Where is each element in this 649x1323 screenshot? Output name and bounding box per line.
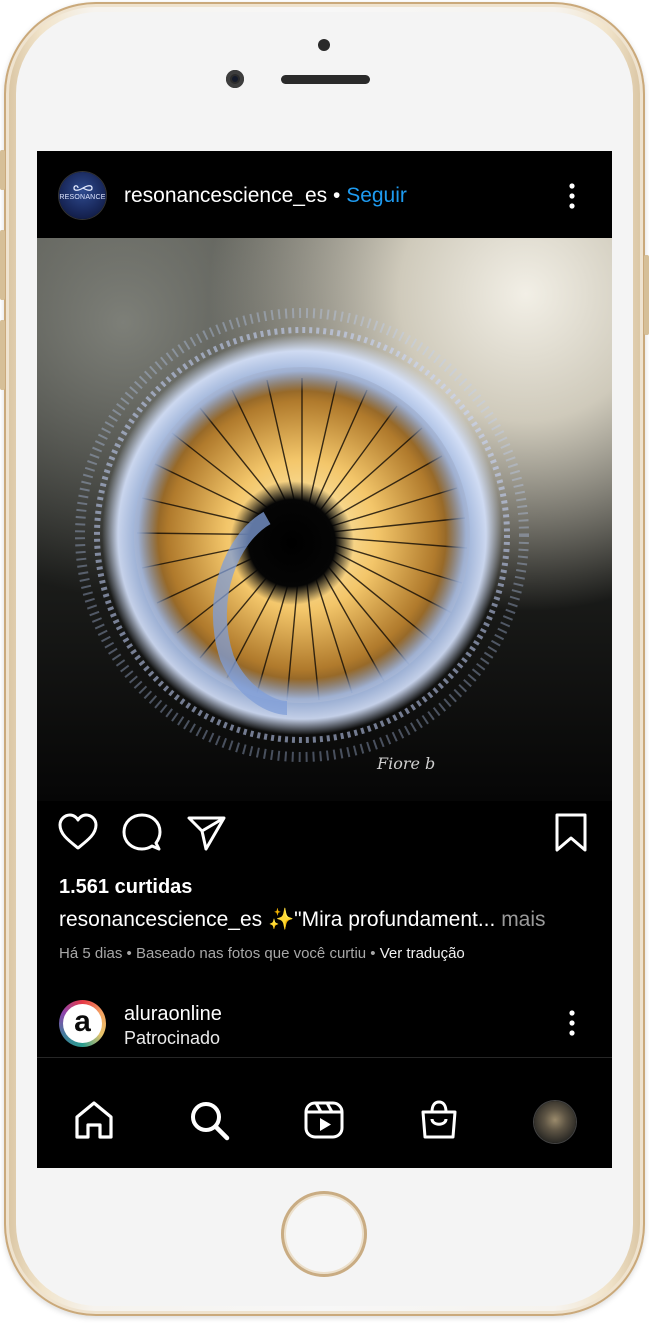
sponsored-post-header: a aluraonline Patrocinado [37, 991, 612, 1057]
photo-watermark: Fiore b [377, 754, 436, 773]
caption-more-link[interactable]: mais [495, 908, 545, 931]
post-meta: Há 5 dias • Baseado nas fotos que você c… [59, 945, 465, 962]
caption-text: ✨"Mira profundament [262, 908, 478, 931]
profile-avatar[interactable] [534, 1101, 576, 1143]
proximity-sensor [318, 39, 330, 51]
more-vertical-icon[interactable] [562, 181, 582, 211]
home-button[interactable] [281, 1191, 367, 1277]
caption-ellipsis: ... [477, 908, 496, 931]
more-vertical-icon[interactable] [562, 1008, 582, 1038]
earpiece-speaker [281, 75, 370, 84]
post-header-title: resonancescience_es • Seguir [124, 184, 407, 208]
post-time: Há 5 dias [59, 945, 123, 962]
post-header: RESONANCE resonancescience_es • Seguir [37, 151, 612, 238]
heart-icon[interactable] [56, 811, 100, 855]
header-separator: • [332, 184, 341, 207]
sponsored-label: Patrocinado [124, 1028, 221, 1048]
shop-bag-icon[interactable] [417, 1098, 461, 1142]
front-camera [226, 70, 244, 88]
meta-separator: • [122, 945, 136, 962]
caption-username[interactable]: resonancescience_es [59, 908, 262, 931]
bottom-nav [37, 1058, 612, 1168]
phone-power-button [644, 255, 649, 335]
home-icon[interactable] [72, 1098, 116, 1142]
post-reason: Baseado nas fotos que você curtiu [135, 945, 367, 962]
sponsor-avatar-letter: a [63, 1004, 102, 1043]
reels-icon[interactable] [302, 1098, 346, 1142]
instagram-screen: RESONANCE resonancescience_es • Seguir F… [37, 151, 612, 1168]
phone-mute-switch [0, 150, 5, 190]
sponsor-avatar[interactable]: a [59, 1000, 106, 1047]
dandelion-photo [75, 308, 529, 762]
phone-volume-down [0, 320, 5, 390]
post-action-bar [37, 811, 612, 861]
meta-separator: • [366, 945, 380, 962]
paper-plane-icon[interactable] [184, 811, 228, 855]
search-icon[interactable] [187, 1098, 231, 1142]
sponsor-username[interactable]: aluraonline [124, 1003, 222, 1026]
comment-bubble-icon[interactable] [120, 811, 164, 855]
account-avatar[interactable]: RESONANCE [59, 172, 106, 219]
post-username[interactable]: resonancescience_es [124, 184, 327, 207]
phone-volume-up [0, 230, 5, 300]
likes-count[interactable]: 1.561 curtidas [59, 876, 192, 899]
post-photo[interactable]: Fiore b [37, 238, 612, 801]
translate-link[interactable]: Ver tradução [380, 945, 465, 962]
post-caption: resonancescience_es ✨"Mira profundament.… [59, 908, 546, 932]
infinity-logo-icon [73, 185, 93, 191]
bookmark-icon[interactable] [549, 811, 593, 855]
follow-button[interactable]: Seguir [346, 184, 407, 207]
avatar-logo-text: RESONANCE [59, 194, 106, 201]
